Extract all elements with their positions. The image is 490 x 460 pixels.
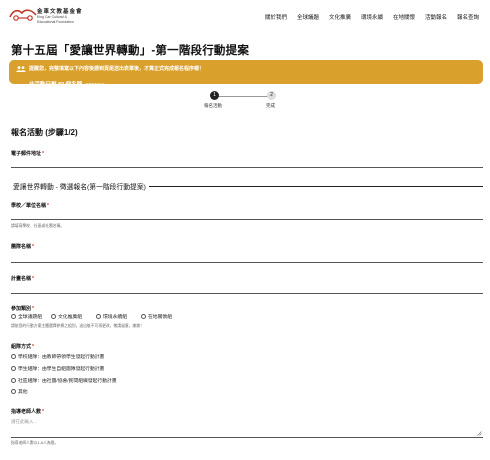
type-option-label: 學生組隊：由學生自組團隊發起行動計畫 — [18, 367, 105, 372]
step-2-label: 完成 — [266, 103, 275, 108]
banner-quota: 此活動只剩 89 個名額 (名額機制參考) — [29, 73, 105, 91]
type-option-label: 學校組隊：由教師帶領學生發起行動計畫 — [18, 355, 105, 360]
radio-circle-icon[interactable] — [96, 314, 101, 319]
step-2-indicator: 2 — [267, 91, 276, 100]
category-help-text: 請依您的行動方案主體選擇參賽之組別，送出後不可再更改，敬請留意，謝謝！ — [11, 324, 144, 328]
resize-handle-icon[interactable] — [477, 431, 482, 436]
nav-item-environment[interactable]: 環境永續 — [361, 13, 383, 21]
category-option-culture[interactable]: 文化推廣組 — [51, 313, 82, 320]
category-option-environment[interactable]: 環境永續組 — [96, 313, 127, 320]
type-option-student[interactable]: 學生組隊：由學生自組團隊發起行動計畫 — [11, 365, 104, 372]
category-option-label: 環境永續組 — [103, 315, 127, 320]
required-mark: * — [32, 344, 34, 350]
type-option-label: 社區組隊：由社團/協會/民間組織發起行動計畫 — [18, 379, 117, 384]
required-mark: * — [42, 409, 44, 415]
team-field[interactable] — [11, 262, 483, 263]
users-icon — [16, 66, 26, 72]
type-option-school[interactable]: 學校組隊：由教師帶領學生發起行動計畫 — [11, 353, 104, 360]
radio-circle-icon[interactable] — [11, 314, 16, 319]
nav-item-register[interactable]: 活動報名 — [425, 13, 447, 21]
team-label-text: 團隊名稱 — [11, 244, 32, 250]
category-option-label: 在地關懷組 — [148, 315, 172, 320]
step-1-label: 報名活動 — [204, 103, 222, 108]
page-title: 第十五屆「愛讓世界轉動」-第一階段行動提案 — [11, 45, 250, 57]
banner-reminder-text: 提醒您，完整填寫以下內容後請到頁尾送出表單後，才算正式完成報名程序喔！ — [29, 66, 205, 72]
nav-item-culture[interactable]: 文化推廣 — [329, 13, 351, 21]
school-label: 學校／單位名稱* — [11, 202, 49, 209]
teacher-count-placeholder: 請在此輸入... — [11, 419, 38, 424]
banner-quota-link[interactable]: (名額機制參考) — [84, 83, 105, 87]
radio-circle-icon[interactable] — [11, 354, 16, 359]
radio-circle-icon[interactable] — [11, 389, 16, 394]
category-option-label: 全球議題組 — [18, 315, 42, 320]
main-nav: 關於我們 全球議題 文化推廣 環境永續 在地關懷 活動報名 報名查詢 — [0, 13, 490, 21]
type-option-other[interactable]: 其他 — [11, 388, 28, 395]
site-header: 金車文教基金會 King Car Cultural & Educational … — [0, 0, 490, 34]
group-heading-text: 愛讓世界轉動 - 徵選報名(第一階段行動提案) — [13, 181, 149, 191]
nav-item-lookup[interactable]: 報名查詢 — [457, 13, 479, 21]
teacher-count-textarea[interactable]: 請在此輸入... — [11, 416, 483, 438]
category-label: 參加類別* — [11, 305, 34, 312]
nav-item-local[interactable]: 在地關懷 — [393, 13, 415, 21]
required-mark: * — [47, 203, 49, 209]
school-label-text: 學校／單位名稱 — [11, 203, 47, 209]
email-label-text: 電子郵件地址 — [11, 151, 42, 157]
type-label: 組隊方式* — [11, 343, 34, 350]
notice-banner: 提醒您，完整填寫以下內容後請到頁尾送出表單後，才算正式完成報名程序喔！ 此活動只… — [9, 60, 483, 88]
plan-label-text: 計畫名稱 — [11, 276, 32, 282]
category-option-local[interactable]: 在地關懷組 — [141, 313, 172, 320]
radio-circle-icon[interactable] — [11, 378, 16, 383]
form-group-heading: 愛讓世界轉動 - 徵選報名(第一階段行動提案) — [11, 181, 483, 191]
type-option-label: 其他 — [18, 390, 28, 395]
teacher-label-text: 指導老師人數 — [11, 409, 42, 415]
team-label: 團隊名稱* — [11, 243, 34, 250]
form-section-title: 報名活動 (步驟1/2) — [11, 128, 78, 137]
banner-quota-text: 此活動只剩 89 個名額 — [29, 82, 83, 88]
category-radio-group: 全球議題組 文化推廣組 環境永續組 在地關懷組 — [11, 313, 211, 321]
progress-stepper: 1 2 報名活動 完成 — [200, 91, 290, 113]
step-1-indicator: 1 — [210, 91, 219, 100]
stepper-connector — [215, 95, 271, 97]
school-help-text: 請填寫學校、社區或社團名稱。 — [11, 224, 65, 228]
nav-item-global[interactable]: 全球議題 — [297, 13, 319, 21]
required-mark: * — [32, 306, 34, 312]
category-option-label: 文化推廣組 — [58, 315, 82, 320]
radio-circle-icon[interactable] — [141, 314, 146, 319]
type-label-text: 組隊方式 — [11, 344, 32, 350]
nav-item-about[interactable]: 關於我們 — [265, 13, 287, 21]
email-field[interactable] — [11, 167, 483, 168]
teacher-label: 指導老師人數* — [11, 408, 44, 415]
teacher-help-text: 指導老師人數以1-6人為限。 — [11, 441, 59, 445]
plan-field[interactable] — [11, 293, 483, 294]
radio-circle-icon[interactable] — [11, 366, 16, 371]
required-mark: * — [32, 276, 34, 282]
type-option-community[interactable]: 社區組隊：由社團/協會/民間組織發起行動計畫 — [11, 377, 117, 384]
required-mark: * — [42, 151, 44, 157]
category-label-text: 參加類別 — [11, 306, 32, 312]
required-mark: * — [32, 244, 34, 250]
radio-circle-icon[interactable] — [51, 314, 56, 319]
email-label: 電子郵件地址* — [11, 150, 44, 157]
category-option-global[interactable]: 全球議題組 — [11, 313, 42, 320]
school-field[interactable] — [11, 219, 483, 220]
plan-label: 計畫名稱* — [11, 275, 34, 282]
